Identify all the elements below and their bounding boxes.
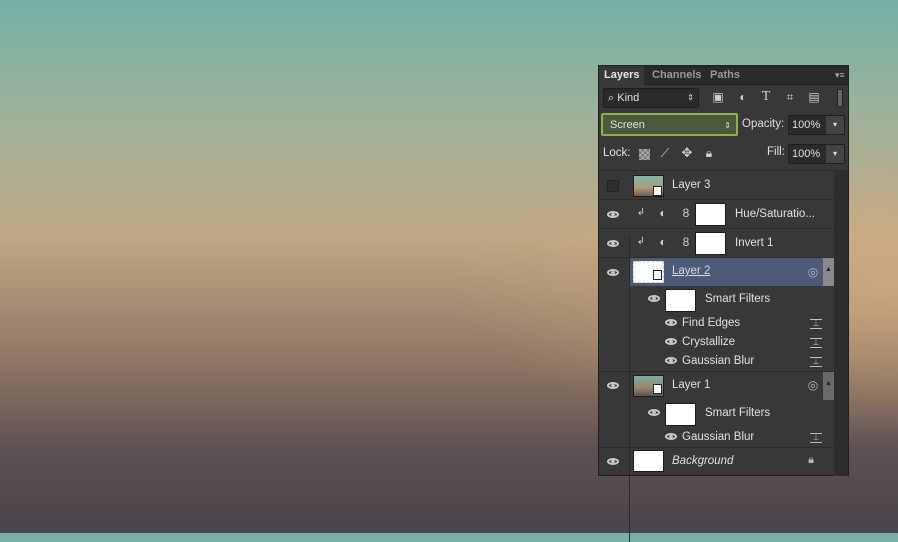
eye-icon[interactable] [607, 458, 619, 465]
layer-thumbnail [633, 450, 664, 472]
adjustment-icon: ◐ [659, 235, 667, 249]
link-icon[interactable]: 8 [681, 206, 691, 220]
collapse-filters-icon[interactable]: ▲ [823, 372, 834, 400]
blend-mode-value: Screen [610, 119, 645, 131]
link-icon[interactable]: 8 [681, 235, 691, 249]
opacity-label: Opacity: [742, 118, 785, 130]
type-filter-icon[interactable]: T [759, 89, 773, 105]
smart-object-filter-icon[interactable]: ▤ [807, 90, 821, 104]
eye-icon[interactable] [648, 295, 660, 302]
filter-mask-thumbnail [665, 403, 696, 426]
filter-kind-select[interactable]: ⌕ Kind ⇕ [603, 88, 699, 108]
pixel-filter-icon[interactable]: ▣ [711, 90, 725, 104]
layer-name[interactable]: Layer 3 [672, 179, 710, 191]
filter-toggle[interactable] [837, 89, 843, 107]
layer-row-hue-saturation[interactable]: ↲ ◐ 8 Hue/Saturatio... [599, 200, 834, 229]
clipping-arrow-icon: ↲ [636, 236, 646, 247]
layer-name[interactable]: Hue/Saturatio... [735, 208, 815, 220]
eye-icon[interactable] [607, 382, 619, 389]
opacity-value: 100% [792, 119, 821, 131]
layer-row-invert-1[interactable]: ↲ ◐ 8 Invert 1 [599, 229, 834, 258]
filter-name[interactable]: Gaussian Blur [682, 431, 754, 443]
fill-label: Fill: [767, 146, 785, 158]
filter-blending-options-icon[interactable]: ⊥ [810, 319, 822, 329]
filter-mask-thumbnail [665, 289, 696, 312]
smart-object-badge-icon [653, 186, 662, 196]
eye-icon[interactable] [648, 409, 660, 416]
layer-name[interactable]: Invert 1 [735, 237, 773, 249]
smart-object-badge-icon [653, 270, 662, 280]
filter-name[interactable]: Find Edges [682, 317, 740, 329]
filter-kind-label: Kind [617, 92, 640, 104]
filter-blending-options-icon[interactable]: ⊥ [810, 357, 822, 367]
filter-name[interactable]: Gaussian Blur [682, 355, 754, 367]
fill-value: 100% [792, 148, 821, 160]
panel-tabs: Layers Channels Paths ▾≡ [599, 66, 848, 85]
layer-name[interactable]: Background [672, 455, 733, 467]
layers-panel: Layers Channels Paths ▾≡ ⌕ Kind ⇕ ▣ ◐ T … [598, 65, 849, 542]
filter-name[interactable]: Crystallize [682, 336, 735, 348]
updown-icon: ⇕ [724, 121, 731, 130]
tab-layers[interactable]: Layers [599, 66, 645, 85]
layers-scrollbar[interactable] [834, 171, 848, 476]
eye-icon[interactable] [665, 433, 677, 440]
lock-all-icon[interactable]: 🔒︎ [702, 146, 716, 161]
opacity-field[interactable]: 100% ▾ [788, 115, 845, 135]
filter-blending-options-icon[interactable]: ⊥ [810, 338, 822, 348]
smart-filter-indicator-icon[interactable]: ◎ [806, 378, 820, 392]
eye-icon[interactable] [607, 269, 619, 276]
eye-icon[interactable] [607, 211, 619, 218]
eye-icon[interactable] [607, 240, 619, 247]
smart-filters-label[interactable]: Smart Filters [705, 407, 770, 419]
clipping-arrow-icon: ↲ [636, 207, 646, 218]
tab-channels[interactable]: Channels [647, 66, 707, 85]
blend-mode-select[interactable]: Screen ⇕ [601, 113, 738, 136]
collapse-filters-icon[interactable]: ▲ [823, 258, 834, 286]
smart-filter-indicator-icon[interactable]: ◎ [806, 265, 820, 279]
adjustment-filter-icon[interactable]: ◐ [736, 90, 750, 104]
fill-dropdown-icon[interactable]: ▾ [826, 145, 844, 163]
search-icon: ⌕ [608, 92, 615, 104]
adjustment-icon: ◐ [659, 206, 667, 220]
layer-mask-thumbnail [695, 232, 726, 255]
smart-object-badge-icon [653, 384, 662, 394]
panel-menu-icon[interactable]: ▾≡ [835, 70, 845, 80]
lock-transparent-icon[interactable] [639, 149, 650, 160]
updown-icon: ⇕ [687, 93, 694, 102]
visibility-toggle-off[interactable] [607, 180, 619, 192]
eye-icon[interactable] [665, 357, 677, 364]
lock-paint-brush-icon[interactable]: ⟋ [657, 146, 673, 161]
eye-icon[interactable] [665, 338, 677, 345]
layer-mask-thumbnail [695, 203, 726, 226]
shape-filter-icon[interactable]: ⌗ [783, 90, 797, 105]
lock-icon: 🔒︎ [808, 454, 814, 466]
layer-row-layer-3[interactable]: Layer 3 [599, 171, 834, 200]
lock-position-move-icon[interactable]: ✥ [679, 145, 695, 161]
opacity-dropdown-icon[interactable]: ▾ [826, 116, 844, 134]
smart-filters-label[interactable]: Smart Filters [705, 293, 770, 305]
layer-name[interactable]: Layer 2 [672, 265, 710, 277]
tab-paths[interactable]: Paths [705, 66, 745, 85]
fill-field[interactable]: 100% ▾ [788, 144, 845, 164]
filter-blending-options-icon[interactable]: ⊥ [810, 433, 822, 443]
layer-name[interactable]: Layer 1 [672, 379, 710, 391]
lock-label: Lock: [603, 147, 631, 159]
eye-icon[interactable] [665, 319, 677, 326]
